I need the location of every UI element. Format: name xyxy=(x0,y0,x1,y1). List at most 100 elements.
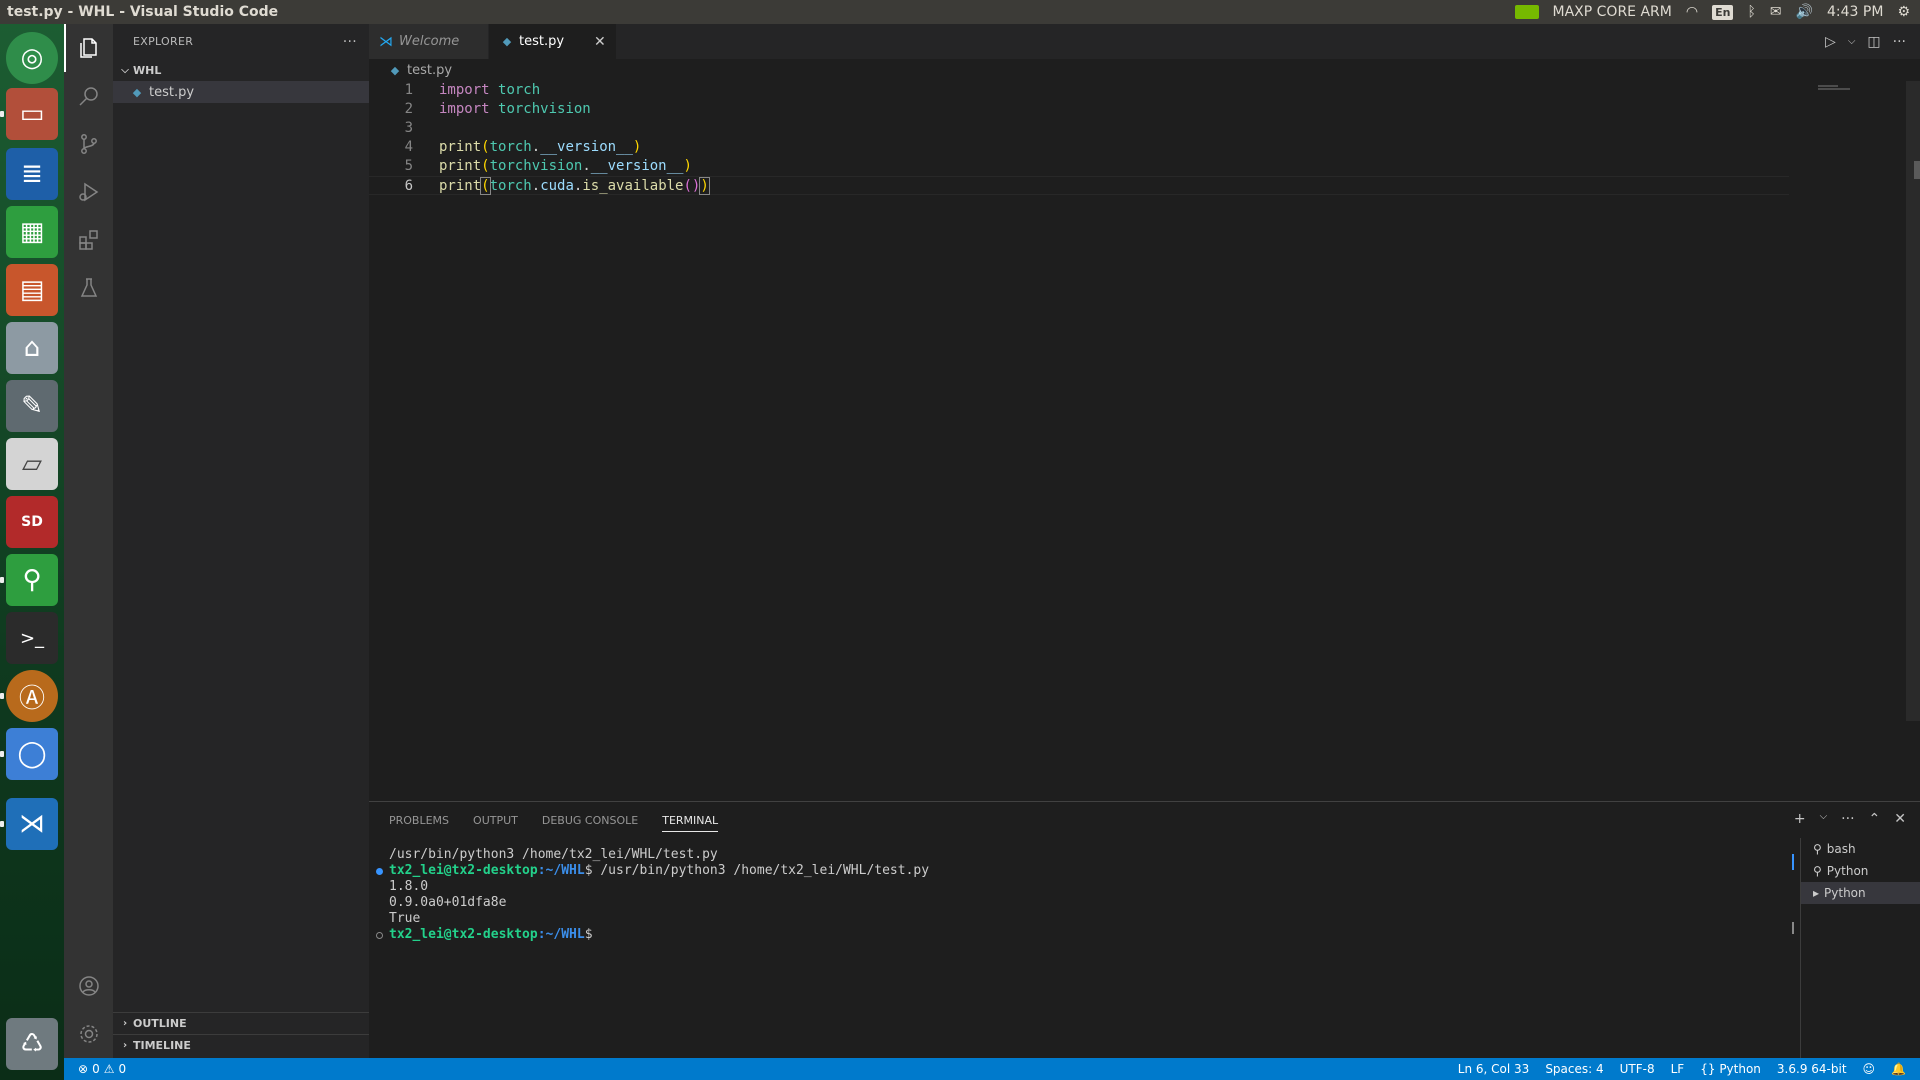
more-actions-icon[interactable]: ··· xyxy=(343,34,357,50)
tab-problems[interactable]: PROBLEMS xyxy=(389,814,449,827)
notifications-bell-icon[interactable]: 🔔 xyxy=(1891,1062,1906,1076)
search-icon[interactable] xyxy=(64,72,113,120)
window-title: test.py - WHL - Visual Studio Code xyxy=(7,4,279,20)
encoding[interactable]: UTF-8 xyxy=(1620,1062,1655,1076)
chevron-down-icon[interactable]: ⌵ xyxy=(1848,36,1856,47)
power-mode-label[interactable]: MAXP CORE ARM xyxy=(1553,4,1672,20)
nvidia-icon[interactable] xyxy=(1514,5,1539,19)
manage-gear-icon[interactable] xyxy=(64,1010,113,1058)
tab-output[interactable]: OUTPUT xyxy=(473,814,518,827)
software-center-icon[interactable]: ⌂ xyxy=(6,322,58,374)
line-number: 4 xyxy=(404,139,413,155)
sd-card-icon[interactable]: SD xyxy=(6,496,58,548)
mail-icon[interactable]: ✉ xyxy=(1770,4,1782,20)
status-bar: ⊗ 0 ⚠ 0 Ln 6, Col 33 Spaces: 4 UTF-8 LF … xyxy=(64,1058,1920,1080)
terminal-icon[interactable]: >_ xyxy=(6,612,58,664)
drive-icon[interactable]: ▱ xyxy=(6,438,58,490)
code-text: print(torchvision.__version__) xyxy=(439,158,692,174)
close-panel-icon[interactable]: ✕ xyxy=(1894,811,1906,827)
editor-scrollbar[interactable] xyxy=(1906,81,1920,721)
writer-icon[interactable]: ≣ xyxy=(6,148,58,200)
running-indicator xyxy=(0,751,4,757)
tab-label: Welcome xyxy=(399,34,460,49)
minimap[interactable] xyxy=(1818,85,1850,99)
new-terminal-icon[interactable]: + xyxy=(1794,811,1806,827)
bluetooth-icon[interactable]: ᛒ xyxy=(1747,4,1755,20)
settings-gear-icon[interactable]: ⚙ xyxy=(1897,4,1910,20)
cursor-position[interactable]: Ln 6, Col 33 xyxy=(1458,1062,1530,1076)
chevron-down-icon[interactable]: ⌵ xyxy=(1820,811,1828,827)
chromium-icon[interactable]: ◯ xyxy=(6,728,58,780)
code-line[interactable]: 1 import torch xyxy=(369,81,1789,100)
terminal-output[interactable]: /usr/bin/python3 /home/tx2_lei/WHL/test.… xyxy=(376,847,929,943)
language-mode[interactable]: {} Python xyxy=(1700,1062,1761,1076)
python-interpreter[interactable]: 3.6.9 64-bit xyxy=(1777,1062,1847,1076)
terminal-item-python[interactable]: ⚲ Python xyxy=(1801,860,1920,882)
explorer-icon[interactable] xyxy=(64,24,113,72)
close-icon[interactable]: ✕ xyxy=(594,34,606,50)
running-indicator xyxy=(0,693,4,699)
clock[interactable]: 4:43 PM xyxy=(1827,4,1883,20)
code-line[interactable]: 2 import torchvision xyxy=(369,100,1789,119)
terminal-line: tx2_lei@tx2-desktop:~/WHL$ xyxy=(376,927,929,943)
volume-icon[interactable]: 🔊 xyxy=(1796,4,1813,20)
chevron-right-icon: › xyxy=(122,1040,128,1051)
ubuntu-dash-icon[interactable]: ◎ xyxy=(6,32,58,84)
outline-label: OUTLINE xyxy=(133,1017,187,1030)
code-line-current[interactable]: 6 print(torch.cuda.is_available()) xyxy=(369,176,1789,195)
file-test-py[interactable]: ◆ test.py xyxy=(113,81,369,103)
braces-icon: {} xyxy=(1700,1062,1716,1076)
extensions-icon[interactable] xyxy=(64,216,113,264)
terminal-line: /usr/bin/python3 /home/tx2_lei/WHL/test.… xyxy=(389,847,718,862)
command-decoration-icon[interactable] xyxy=(376,932,383,939)
code-line[interactable]: 4 print(torch.__version__) xyxy=(369,138,1789,157)
trash-icon[interactable]: ♺ xyxy=(6,1018,58,1070)
problems-status[interactable]: ⊗ 0 ⚠ 0 xyxy=(64,1062,126,1076)
end-of-line[interactable]: LF xyxy=(1671,1062,1685,1076)
calc-icon[interactable]: ▦ xyxy=(6,206,58,258)
line-number: 6 xyxy=(404,178,413,194)
tab-test-py[interactable]: ◆ test.py ✕ xyxy=(489,24,617,59)
keyboard-layout-indicator[interactable]: En xyxy=(1712,4,1734,20)
run-debug-icon[interactable] xyxy=(64,168,113,216)
terminal-line: 1.8.0 xyxy=(389,879,429,894)
outline-section[interactable]: › OUTLINE xyxy=(113,1012,369,1034)
terminal-line: 0.9.0a0+01dfa8e xyxy=(389,895,507,910)
software-updater-icon[interactable]: Ⓐ xyxy=(6,670,58,722)
code-editor[interactable]: 1 import torch 2 import torchvision 3 4 … xyxy=(369,81,1920,801)
tab-welcome[interactable]: ⋊ Welcome xyxy=(369,24,489,59)
timeline-label: TIMELINE xyxy=(133,1039,191,1052)
timeline-section[interactable]: › TIMELINE xyxy=(113,1034,369,1056)
vscode-icon[interactable]: ⋊ xyxy=(6,798,58,850)
code-line[interactable]: 3 xyxy=(369,119,1789,138)
tab-debug-console[interactable]: DEBUG CONSOLE xyxy=(542,814,638,827)
testing-flask-icon[interactable] xyxy=(64,264,113,312)
breadcrumb[interactable]: ◆ test.py xyxy=(369,59,1920,81)
usb-drive-icon[interactable]: ⚲ xyxy=(6,554,58,606)
code-line[interactable]: 5 print(torchvision.__version__) xyxy=(369,157,1789,176)
maximize-panel-icon[interactable]: ⌃ xyxy=(1869,811,1881,827)
more-actions-icon[interactable]: ··· xyxy=(1893,34,1906,50)
top-panel: test.py - WHL - Visual Studio Code MAXP … xyxy=(0,0,1920,24)
folder-whl[interactable]: ⌵ WHL xyxy=(113,59,369,81)
files-icon[interactable]: ▭ xyxy=(6,88,58,140)
tab-terminal[interactable]: TERMINAL xyxy=(662,809,719,832)
run-python-file-icon[interactable]: ▷ xyxy=(1825,34,1836,50)
feedback-icon[interactable]: ☺ xyxy=(1863,1062,1876,1076)
system-settings-icon[interactable]: ✎ xyxy=(6,380,58,432)
python-file-icon: ◆ xyxy=(502,35,512,48)
indentation[interactable]: Spaces: 4 xyxy=(1545,1062,1603,1076)
terminal-icon: ▸ xyxy=(1813,886,1820,900)
wifi-icon[interactable]: ◠ xyxy=(1686,4,1698,20)
more-actions-icon[interactable]: ··· xyxy=(1841,811,1854,827)
breadcrumb-file[interactable]: test.py xyxy=(407,63,452,78)
command-decoration-icon[interactable] xyxy=(376,868,383,875)
terminal-item-python-active[interactable]: ▸ Python xyxy=(1801,882,1920,904)
account-icon[interactable] xyxy=(64,962,113,1010)
terminal-item-bash[interactable]: ⚲ bash xyxy=(1801,838,1920,860)
source-control-icon[interactable] xyxy=(64,120,113,168)
chevron-down-icon: ⌵ xyxy=(121,64,129,76)
split-editor-icon[interactable]: ◫ xyxy=(1867,34,1880,50)
explorer-header: EXPLORER ··· xyxy=(113,24,369,59)
impress-icon[interactable]: ▤ xyxy=(6,264,58,316)
